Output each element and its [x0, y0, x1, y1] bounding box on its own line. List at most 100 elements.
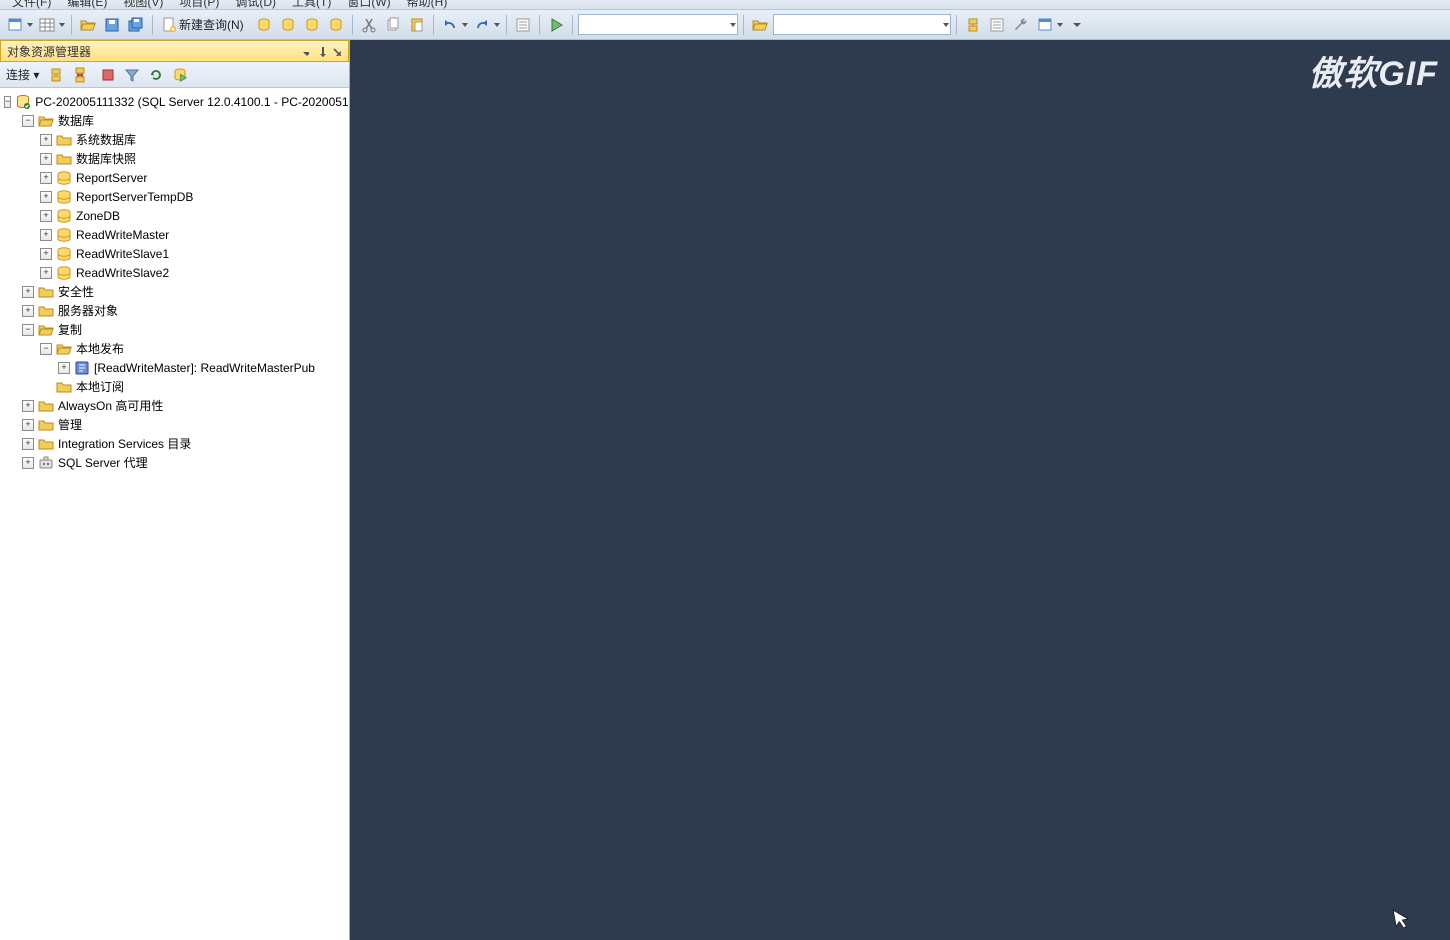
redo-dropdown[interactable] [493, 14, 501, 36]
expand-icon[interactable]: − [22, 115, 34, 127]
mdx-query-button[interactable] [301, 14, 323, 36]
expand-icon[interactable]: + [22, 400, 34, 412]
tree-label: ReadWriteSlave1 [76, 247, 169, 261]
expand-icon[interactable]: + [22, 419, 34, 431]
save-button[interactable] [101, 14, 123, 36]
dmx-query-button[interactable] [325, 14, 347, 36]
menu-file[interactable]: 文件(F) [4, 0, 59, 8]
filter-button[interactable] [121, 64, 143, 86]
engine-query-button[interactable] [253, 14, 275, 36]
new-project-button[interactable] [4, 14, 26, 36]
tree-label: ZoneDB [76, 209, 120, 223]
expand-icon[interactable]: + [40, 134, 52, 146]
tree-db-readwritemaster[interactable]: + ReadWriteMaster [4, 225, 349, 244]
tree-publication-item[interactable]: + [ReadWriteMaster]: ReadWriteMasterPub [4, 358, 349, 377]
menu-help[interactable]: 帮助(H) [399, 0, 456, 8]
refresh-button[interactable] [145, 64, 167, 86]
solution-config-combo[interactable] [578, 14, 738, 35]
stop-button[interactable] [97, 64, 119, 86]
undo-button[interactable] [439, 14, 461, 36]
tree-db-snapshots[interactable]: + 数据库快照 [4, 149, 349, 168]
registered-servers-button[interactable] [962, 14, 984, 36]
expand-icon[interactable]: + [40, 172, 52, 184]
tree-local-publications[interactable]: − 本地发布 [4, 339, 349, 358]
expand-icon[interactable]: + [40, 229, 52, 241]
open-file-button[interactable] [77, 14, 99, 36]
tree-db-reportserver[interactable]: + ReportServer [4, 168, 349, 187]
expand-icon[interactable]: − [4, 96, 11, 108]
folder-icon [38, 303, 54, 319]
menu-tools[interactable]: 工具(T) [284, 0, 339, 8]
save-all-button[interactable] [125, 14, 147, 36]
panel-title-text: 对象资源管理器 [7, 43, 91, 60]
expand-icon[interactable]: + [22, 457, 34, 469]
new-project-dropdown[interactable] [26, 14, 34, 36]
expand-icon[interactable]: − [22, 324, 34, 336]
tree-db-reportservertempdb[interactable]: + ReportServerTempDB [4, 187, 349, 206]
database-icon [56, 170, 72, 186]
analysis-query-button[interactable] [277, 14, 299, 36]
expand-icon[interactable]: + [22, 286, 34, 298]
tree-server-objects[interactable]: + 服务器对象 [4, 301, 349, 320]
tree-db-readwriteslave2[interactable]: + ReadWriteSlave2 [4, 263, 349, 282]
folder-icon [38, 436, 54, 452]
tree-local-subscriptions[interactable]: 本地订阅 [4, 377, 349, 396]
object-tree[interactable]: − PC-202005111332 (SQL Server 12.0.4100.… [0, 88, 349, 940]
options-button[interactable] [1034, 14, 1056, 36]
expand-icon[interactable]: + [22, 305, 34, 317]
menu-project[interactable]: 项目(P) [171, 0, 227, 8]
expand-icon[interactable]: + [22, 438, 34, 450]
panel-menu-icon[interactable] [296, 43, 312, 59]
cursor-icon [1392, 907, 1412, 931]
tree-system-databases[interactable]: + 系统数据库 [4, 130, 349, 149]
panel-title-bar: 对象资源管理器 [0, 40, 349, 62]
panel-pin-icon[interactable] [312, 43, 328, 59]
expand-icon[interactable]: + [40, 191, 52, 203]
disconnect-button[interactable] [69, 64, 91, 86]
database-combo[interactable] [773, 14, 951, 35]
panel-close-icon[interactable] [328, 43, 344, 59]
expand-icon[interactable]: + [40, 153, 52, 165]
database-icon [56, 227, 72, 243]
menu-edit[interactable]: 编辑(E) [59, 0, 115, 8]
undo-dropdown[interactable] [461, 14, 469, 36]
db-selector-icon[interactable] [749, 14, 771, 36]
tree-sql-agent[interactable]: + SQL Server 代理 [4, 453, 349, 472]
expand-icon[interactable]: + [58, 362, 70, 374]
menu-window[interactable]: 窗口(W) [339, 0, 398, 8]
explorer-exec-button[interactable] [169, 64, 191, 86]
activity-monitor-button[interactable] [512, 14, 534, 36]
redo-button[interactable] [471, 14, 493, 36]
expand-icon[interactable]: − [40, 343, 52, 355]
tree-db-zonedb[interactable]: + ZoneDB [4, 206, 349, 225]
tree-server-root[interactable]: − PC-202005111332 (SQL Server 12.0.4100.… [4, 92, 349, 111]
expand-icon[interactable]: + [40, 210, 52, 222]
paste-button[interactable] [406, 14, 428, 36]
template-explorer-button[interactable] [986, 14, 1008, 36]
menu-view[interactable]: 视图(V) [115, 0, 171, 8]
watermark-text: 傲软GIF [1308, 46, 1438, 95]
connect-label[interactable]: 连接 ▾ [4, 66, 43, 83]
tree-replication[interactable]: − 复制 [4, 320, 349, 339]
properties-button[interactable] [1010, 14, 1032, 36]
menu-debug[interactable]: 调试(D) [227, 0, 284, 8]
tree-databases[interactable]: − 数据库 [4, 111, 349, 130]
tree-management[interactable]: + 管理 [4, 415, 349, 434]
add-item-dropdown[interactable] [58, 14, 66, 36]
connect-button[interactable] [45, 64, 67, 86]
cut-button[interactable] [358, 14, 380, 36]
copy-button[interactable] [382, 14, 404, 36]
tree-alwayson[interactable]: + AlwaysOn 高可用性 [4, 396, 349, 415]
toolbar-overflow-button[interactable] [1066, 14, 1088, 36]
options-dropdown[interactable] [1056, 14, 1064, 36]
tree-security[interactable]: + 安全性 [4, 282, 349, 301]
tree-label: SQL Server 代理 [58, 454, 148, 471]
agent-icon [38, 455, 54, 471]
new-query-button[interactable]: 新建查询(N) [158, 14, 251, 36]
expand-icon[interactable]: + [40, 267, 52, 279]
start-debug-button[interactable] [545, 14, 567, 36]
expand-icon[interactable]: + [40, 248, 52, 260]
add-item-button[interactable] [36, 14, 58, 36]
tree-integration-services[interactable]: + Integration Services 目录 [4, 434, 349, 453]
tree-db-readwriteslave1[interactable]: + ReadWriteSlave1 [4, 244, 349, 263]
